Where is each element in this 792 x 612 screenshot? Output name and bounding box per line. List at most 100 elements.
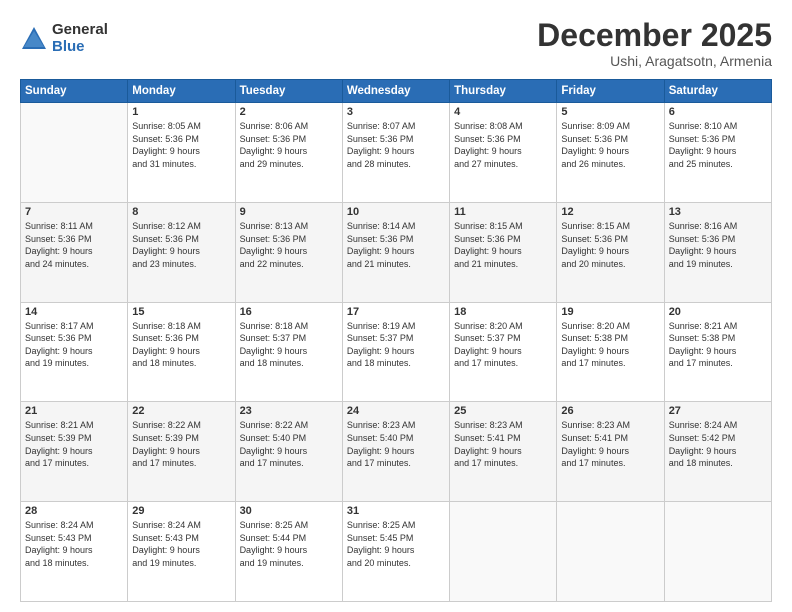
page: General Blue December 2025 Ushi, Aragats…: [0, 0, 792, 612]
calendar-cell: 19 Sunrise: 8:20 AMSunset: 5:38 PMDayligh…: [557, 302, 664, 402]
weekday-header-monday: Monday: [128, 80, 235, 103]
day-number: 13: [669, 206, 767, 218]
calendar-week-row: 28Sunrise: 8:24 AMSunset: 5:43 PMDayligh…: [21, 502, 772, 602]
calendar-cell: [450, 502, 557, 602]
calendar-cell: [664, 502, 771, 602]
calendar-cell: 15 Sunrise: 8:18 AMSunset: 5:36 PMDayligh…: [128, 302, 235, 402]
calendar-cell: 30 Sunrise: 8:25 AMSunset: 5:44 PMDayligh…: [235, 502, 342, 602]
calendar-cell: 31Sunrise: 8:25 AMSunset: 5:45 PMDayligh…: [342, 502, 449, 602]
day-number: 26: [561, 405, 659, 417]
day-info: Sunrise: 8:19 AMSunset: 5:37 PMDaylight:…: [347, 320, 445, 370]
weekday-header-wednesday: Wednesday: [342, 80, 449, 103]
day-info: Sunrise: 8:12 AMSunset: 5:36 PMDaylight:…: [132, 220, 230, 270]
calendar-cell: 29 Sunrise: 8:24 AMSunset: 5:43 PMDayligh…: [128, 502, 235, 602]
logo-blue-text: Blue: [52, 39, 108, 56]
day-info: Sunrise: 8:06 AMSunset: 5:36 PMDaylight:…: [240, 120, 338, 170]
day-info: Sunrise: 8:24 AMSunset: 5:42 PMDaylight:…: [669, 419, 767, 469]
day-info: Sunrise: 8:22 AMSunset: 5:40 PMDaylight:…: [240, 419, 338, 469]
calendar-week-row: 1 Sunrise: 8:05 AMSunset: 5:36 PMDaylight…: [21, 103, 772, 203]
weekday-header-sunday: Sunday: [21, 80, 128, 103]
day-info: Sunrise: 8:17 AMSunset: 5:36 PMDaylight:…: [25, 320, 123, 370]
day-info: Sunrise: 8:23 AMSunset: 5:40 PMDaylight:…: [347, 419, 445, 469]
day-info: Sunrise: 8:25 AMSunset: 5:45 PMDaylight:…: [347, 519, 445, 569]
day-number: 16: [240, 306, 338, 318]
day-number: 18: [454, 306, 552, 318]
day-number: 3: [347, 106, 445, 118]
day-info: Sunrise: 8:18 AMSunset: 5:36 PMDaylight:…: [132, 320, 230, 370]
day-info: Sunrise: 8:09 AMSunset: 5:36 PMDaylight:…: [561, 120, 659, 170]
day-number: 4: [454, 106, 552, 118]
day-info: Sunrise: 8:20 AMSunset: 5:38 PMDaylight:…: [561, 320, 659, 370]
day-number: 10: [347, 206, 445, 218]
calendar-cell: 24Sunrise: 8:23 AMSunset: 5:40 PMDayligh…: [342, 402, 449, 502]
calendar-cell: 10 Sunrise: 8:14 AMSunset: 5:36 PMDayligh…: [342, 202, 449, 302]
day-info: Sunrise: 8:05 AMSunset: 5:36 PMDaylight:…: [132, 120, 230, 170]
day-info: Sunrise: 8:11 AMSunset: 5:36 PMDaylight:…: [25, 220, 123, 270]
day-number: 15: [132, 306, 230, 318]
day-number: 11: [454, 206, 552, 218]
location-subtitle: Ushi, Aragatsotn, Armenia: [537, 53, 772, 69]
calendar-cell: 1 Sunrise: 8:05 AMSunset: 5:36 PMDaylight…: [128, 103, 235, 203]
day-number: 17: [347, 306, 445, 318]
weekday-header-thursday: Thursday: [450, 80, 557, 103]
logo-icon: [20, 25, 48, 53]
day-number: 2: [240, 106, 338, 118]
day-number: 25: [454, 405, 552, 417]
day-info: Sunrise: 8:23 AMSunset: 5:41 PMDaylight:…: [561, 419, 659, 469]
day-number: 29: [132, 505, 230, 517]
day-number: 12: [561, 206, 659, 218]
day-info: Sunrise: 8:25 AMSunset: 5:44 PMDaylight:…: [240, 519, 338, 569]
day-info: Sunrise: 8:21 AMSunset: 5:39 PMDaylight:…: [25, 419, 123, 469]
day-info: Sunrise: 8:24 AMSunset: 5:43 PMDaylight:…: [132, 519, 230, 569]
day-number: 14: [25, 306, 123, 318]
day-info: Sunrise: 8:15 AMSunset: 5:36 PMDaylight:…: [454, 220, 552, 270]
day-info: Sunrise: 8:24 AMSunset: 5:43 PMDaylight:…: [25, 519, 123, 569]
calendar-cell: 6 Sunrise: 8:10 AMSunset: 5:36 PMDaylight…: [664, 103, 771, 203]
day-number: 23: [240, 405, 338, 417]
day-info: Sunrise: 8:16 AMSunset: 5:36 PMDaylight:…: [669, 220, 767, 270]
day-number: 8: [132, 206, 230, 218]
weekday-header-friday: Friday: [557, 80, 664, 103]
day-info: Sunrise: 8:18 AMSunset: 5:37 PMDaylight:…: [240, 320, 338, 370]
day-info: Sunrise: 8:14 AMSunset: 5:36 PMDaylight:…: [347, 220, 445, 270]
calendar-cell: 17 Sunrise: 8:19 AMSunset: 5:37 PMDayligh…: [342, 302, 449, 402]
calendar-cell: 27Sunrise: 8:24 AMSunset: 5:42 PMDayligh…: [664, 402, 771, 502]
calendar-cell: 21Sunrise: 8:21 AMSunset: 5:39 PMDayligh…: [21, 402, 128, 502]
day-number: 9: [240, 206, 338, 218]
calendar-cell: 20 Sunrise: 8:21 AMSunset: 5:38 PMDayligh…: [664, 302, 771, 402]
calendar-cell: 14 Sunrise: 8:17 AMSunset: 5:36 PMDayligh…: [21, 302, 128, 402]
day-info: Sunrise: 8:21 AMSunset: 5:38 PMDaylight:…: [669, 320, 767, 370]
month-title: December 2025: [537, 18, 772, 53]
calendar-cell: 7Sunrise: 8:11 AMSunset: 5:36 PMDaylight…: [21, 202, 128, 302]
day-number: 6: [669, 106, 767, 118]
day-info: Sunrise: 8:22 AMSunset: 5:39 PMDaylight:…: [132, 419, 230, 469]
day-info: Sunrise: 8:20 AMSunset: 5:37 PMDaylight:…: [454, 320, 552, 370]
day-number: 30: [240, 505, 338, 517]
title-block: December 2025 Ushi, Aragatsotn, Armenia: [537, 18, 772, 69]
day-info: Sunrise: 8:15 AMSunset: 5:36 PMDaylight:…: [561, 220, 659, 270]
calendar-cell: 18 Sunrise: 8:20 AMSunset: 5:37 PMDayligh…: [450, 302, 557, 402]
header: General Blue December 2025 Ushi, Aragats…: [20, 18, 772, 69]
day-number: 1: [132, 106, 230, 118]
day-info: Sunrise: 8:13 AMSunset: 5:36 PMDaylight:…: [240, 220, 338, 270]
calendar-cell: 4 Sunrise: 8:08 AMSunset: 5:36 PMDaylight…: [450, 103, 557, 203]
day-info: Sunrise: 8:08 AMSunset: 5:36 PMDaylight:…: [454, 120, 552, 170]
calendar-cell: 23 Sunrise: 8:22 AMSunset: 5:40 PMDayligh…: [235, 402, 342, 502]
day-number: 5: [561, 106, 659, 118]
weekday-header-tuesday: Tuesday: [235, 80, 342, 103]
calendar-cell: 12 Sunrise: 8:15 AMSunset: 5:36 PMDayligh…: [557, 202, 664, 302]
calendar-week-row: 7Sunrise: 8:11 AMSunset: 5:36 PMDaylight…: [21, 202, 772, 302]
calendar-cell: 28Sunrise: 8:24 AMSunset: 5:43 PMDayligh…: [21, 502, 128, 602]
calendar-cell: 3 Sunrise: 8:07 AMSunset: 5:36 PMDaylight…: [342, 103, 449, 203]
day-number: 19: [561, 306, 659, 318]
calendar-cell: [21, 103, 128, 203]
day-number: 20: [669, 306, 767, 318]
logo: General Blue: [20, 22, 108, 55]
day-info: Sunrise: 8:10 AMSunset: 5:36 PMDaylight:…: [669, 120, 767, 170]
calendar-cell: 22Sunrise: 8:22 AMSunset: 5:39 PMDayligh…: [128, 402, 235, 502]
calendar-cell: 11 Sunrise: 8:15 AMSunset: 5:36 PMDayligh…: [450, 202, 557, 302]
weekday-header-saturday: Saturday: [664, 80, 771, 103]
day-info: Sunrise: 8:07 AMSunset: 5:36 PMDaylight:…: [347, 120, 445, 170]
calendar-table: SundayMondayTuesdayWednesdayThursdayFrid…: [20, 79, 772, 602]
calendar-cell: 25Sunrise: 8:23 AMSunset: 5:41 PMDayligh…: [450, 402, 557, 502]
